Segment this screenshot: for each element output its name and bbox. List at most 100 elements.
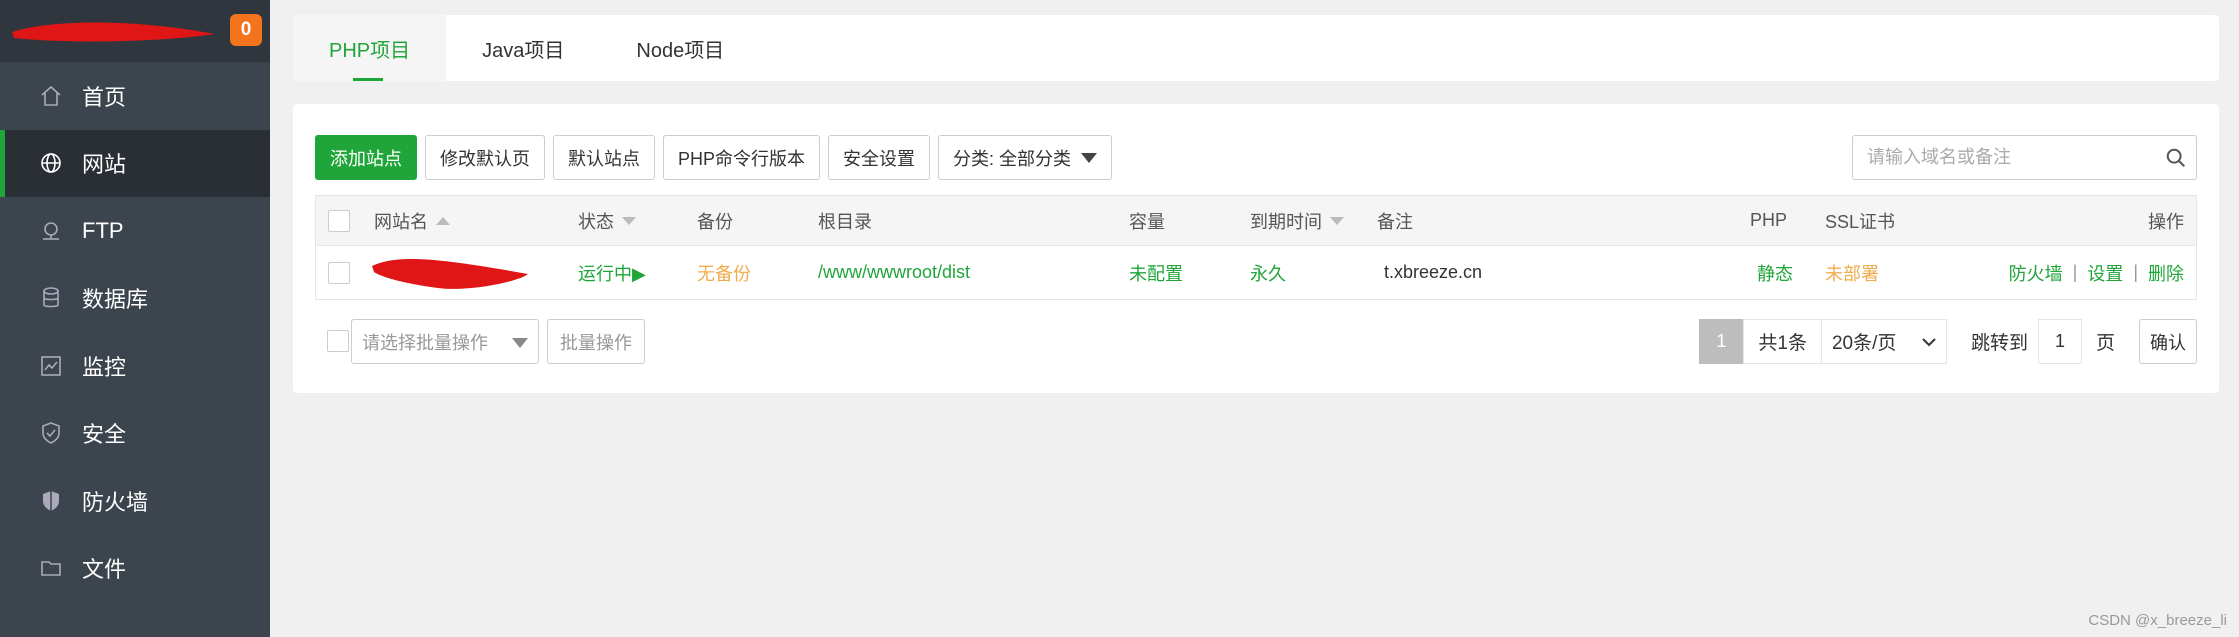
header-status[interactable]: 状态 <box>578 196 636 245</box>
separator: | <box>2133 262 2138 282</box>
home-icon <box>38 83 64 109</box>
ftp-icon <box>38 218 64 244</box>
remark-cell[interactable]: t.xbreeze.cn <box>1384 246 1482 299</box>
sidebar-item-label: 监控 <box>82 354 127 380</box>
default-site-button[interactable]: 默认站点 <box>553 135 655 180</box>
tab-java-project[interactable]: Java项目 <box>446 15 600 81</box>
header-backup: 备份 <box>697 211 733 232</box>
site-table: 网站名 状态 备份 根目录 容量 到期时间 备注 PHP SSL证书 操作 运行… <box>315 195 2197 300</box>
ssl-link[interactable]: 未部署 <box>1825 246 1879 299</box>
backup-link[interactable]: 无备份 <box>697 246 751 299</box>
sidebar-item-files[interactable]: 文件 <box>0 535 270 603</box>
sidebar-item-label: 防火墙 <box>82 489 149 515</box>
caret-down-icon <box>512 338 528 348</box>
header-expiry[interactable]: 到期时间 <box>1250 196 1344 245</box>
tab-php-project[interactable]: PHP项目 <box>293 15 447 81</box>
chevron-down-icon <box>1922 337 1936 346</box>
category-select-label: 分类: 全部分类 <box>953 148 1072 169</box>
confirm-jump-button[interactable]: 确认 <box>2139 319 2197 364</box>
expiry-link[interactable]: 永久 <box>1250 246 1286 299</box>
shield-icon <box>38 420 64 446</box>
header-label: 到期时间 <box>1250 211 1322 232</box>
header-label: 网站名 <box>374 211 428 232</box>
status-running-link[interactable]: 运行中▶ <box>578 246 646 299</box>
sidebar-item-firewall[interactable]: 防火墙 <box>0 467 270 535</box>
sidebar-item-label: FTP <box>82 217 124 243</box>
pagination: 1 共1条 20条/页 跳转到 1 页 确认 <box>1699 319 2197 364</box>
folder-icon <box>38 555 64 581</box>
sidebar-header: 0 <box>0 0 270 62</box>
sidebar-item-website[interactable]: 网站 <box>0 129 270 197</box>
header-php: PHP <box>1750 210 1788 230</box>
site-name-cell[interactable] <box>368 246 533 299</box>
watermark: CSDN @x_breeze_li <box>2088 612 2227 629</box>
jump-to-label: 跳转到 <box>1970 333 2028 354</box>
search-icon[interactable] <box>2156 147 2196 169</box>
sidebar-item-label: 文件 <box>82 557 127 583</box>
security-settings-button[interactable]: 安全设置 <box>828 135 931 180</box>
separator: | <box>2072 262 2078 282</box>
root-dir-link[interactable]: /www/wwwroot/dist <box>818 246 970 299</box>
sidebar-item-label: 网站 <box>82 152 127 178</box>
page-unit-label: 页 <box>2095 333 2115 354</box>
toolbar: 添加站点 修改默认页 默认站点 PHP命令行版本 安全设置 分类: 全部分类 <box>315 135 1113 180</box>
batch-operation-select[interactable]: 请选择批量操作 <box>351 319 539 364</box>
caret-down-icon <box>1081 152 1098 163</box>
batch-operation-button[interactable]: 批量操作 <box>547 319 645 364</box>
project-tabs: PHP项目 Java项目 Node项目 <box>293 15 2219 81</box>
modify-default-page-button[interactable]: 修改默认页 <box>425 135 545 180</box>
php-version-link[interactable]: 静态 <box>1757 246 1793 299</box>
sidebar-item-security[interactable]: 安全 <box>0 400 270 468</box>
sort-desc-icon <box>622 216 636 225</box>
search-box <box>1852 135 2197 180</box>
table-header: 网站名 状态 备份 根目录 容量 到期时间 备注 PHP SSL证书 操作 <box>316 196 2196 246</box>
sidebar-item-label: 首页 <box>82 84 127 110</box>
sidebar-item-database[interactable]: 数据库 <box>0 265 270 333</box>
page-size-label: 20条/页 <box>1831 333 1897 354</box>
globe-icon <box>38 150 64 176</box>
sidebar-item-label: 数据库 <box>82 287 149 313</box>
header-label: 状态 <box>578 211 614 232</box>
search-input[interactable] <box>1853 136 2156 179</box>
php-cli-version-button[interactable]: PHP命令行版本 <box>663 135 821 180</box>
add-site-button[interactable]: 添加站点 <box>315 135 417 180</box>
footer-select-all-checkbox[interactable] <box>327 330 349 352</box>
page-number-current[interactable]: 1 <box>1699 319 1744 364</box>
header-remark: 备注 <box>1377 211 1413 232</box>
tab-node-project[interactable]: Node项目 <box>600 15 760 81</box>
header-site-name[interactable]: 网站名 <box>374 196 450 245</box>
notification-badge[interactable]: 0 <box>230 14 262 46</box>
monitor-icon <box>38 353 64 379</box>
select-all-checkbox[interactable] <box>328 209 350 232</box>
sidebar-item-ftp[interactable]: FTP <box>0 197 270 265</box>
sidebar-item-monitor[interactable]: 监控 <box>0 332 270 400</box>
table-row: 运行中▶ 无备份 /www/wwwroot/dist 未配置 永久 t.xbre… <box>316 246 2196 299</box>
total-count: 共1条 <box>1743 319 1822 364</box>
firewall-icon <box>38 488 64 514</box>
firewall-link[interactable]: 防火墙 <box>2009 260 2063 286</box>
page-size-select[interactable]: 20条/页 <box>1821 319 1947 364</box>
capacity-link[interactable]: 未配置 <box>1129 246 1183 299</box>
database-icon <box>38 285 64 311</box>
sort-asc-icon <box>436 216 450 225</box>
settings-link[interactable]: 设置 <box>2087 260 2123 286</box>
table-footer: 请选择批量操作 批量操作 1 共1条 20条/页 跳转到 1 页 确认 <box>315 319 2197 364</box>
redacted-username <box>12 22 215 42</box>
header-ssl: SSL证书 <box>1825 211 1896 232</box>
site-list-panel: 添加站点 修改默认页 默认站点 PHP命令行版本 安全设置 分类: 全部分类 网… <box>293 104 2219 393</box>
row-checkbox[interactable] <box>328 261 350 284</box>
category-select[interactable]: 分类: 全部分类 <box>938 135 1113 180</box>
header-actions: 操作 <box>2148 211 2184 232</box>
header-root-dir: 根目录 <box>818 211 872 232</box>
sort-desc-icon <box>1330 216 1344 225</box>
header-capacity: 容量 <box>1129 211 1165 232</box>
sidebar-item-home[interactable]: 首页 <box>0 62 270 130</box>
delete-link[interactable]: 删除 <box>2148 260 2184 286</box>
jump-page-input[interactable]: 1 <box>2037 319 2082 364</box>
sidebar: 0 首页 网站 FTP 数据库 监控 安全 防火墙 文件 <box>0 0 270 637</box>
sidebar-item-label: 安全 <box>82 422 127 448</box>
batch-select-placeholder: 请选择批量操作 <box>362 332 488 353</box>
sidebar-nav: 首页 网站 FTP 数据库 监控 安全 防火墙 文件 <box>0 62 270 602</box>
redacted-site-name <box>372 258 528 289</box>
row-actions: 防火墙 | 设置 | 删除 <box>2009 246 2184 299</box>
